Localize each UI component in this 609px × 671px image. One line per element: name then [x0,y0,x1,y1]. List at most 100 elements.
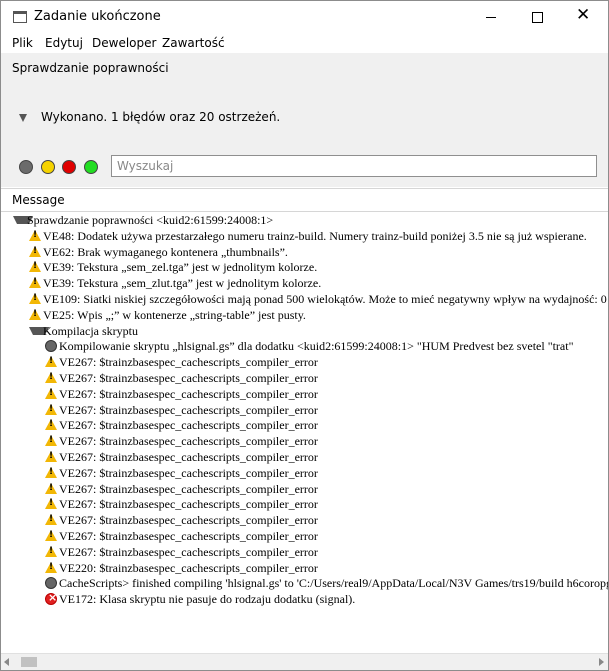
maximize-icon [532,12,543,23]
message-text: CacheScripts> finished compiling 'hlsign… [59,576,608,590]
message-row[interactable]: VE267: $trainzbasespec_cachescripts_comp… [1,370,608,386]
warning-icon [45,483,57,494]
warning-icon [45,562,57,573]
minimize-icon [486,17,496,18]
message-row[interactable]: VE267: $trainzbasespec_cachescripts_comp… [1,354,608,370]
message-text: VE39: Tekstura „sem_zel.tga” jest w jedn… [43,260,318,274]
minimize-button[interactable] [468,1,514,33]
warning-icon [45,498,57,509]
message-row[interactable]: VE220: $trainzbasespec_cachescripts_comp… [1,560,608,576]
message-row[interactable]: VE39: Tekstura „sem_zel.tga” jest w jedn… [1,259,608,275]
search-field[interactable] [111,155,597,177]
warning-icon [29,277,41,288]
info-icon [45,577,57,589]
filter-error-toggle[interactable] [62,160,76,174]
message-text: VE267: $trainzbasespec_cachescripts_comp… [59,466,318,480]
menu-edit[interactable]: Edytuj [45,36,83,50]
summary-expand-arrow-icon[interactable] [19,114,27,122]
menu-developer[interactable]: Deweloper [92,36,156,50]
message-row[interactable]: VE267: $trainzbasespec_cachescripts_comp… [1,449,608,465]
search-input[interactable] [112,156,592,176]
message-row[interactable]: Kompilowanie skryptu „hlsignal.gs” dla d… [1,338,608,354]
message-text: VE267: $trainzbasespec_cachescripts_comp… [59,482,318,496]
message-row[interactable]: VE267: $trainzbasespec_cachescripts_comp… [1,481,608,497]
scrollbar-thumb[interactable] [21,657,37,667]
warning-icon [45,435,57,446]
message-column-label: Message [12,193,65,207]
message-text: VE267: $trainzbasespec_cachescripts_comp… [59,497,318,511]
message-row[interactable]: VE267: $trainzbasespec_cachescripts_comp… [1,512,608,528]
warning-icon [45,530,57,541]
filter-success-toggle[interactable] [84,160,98,174]
message-row[interactable]: VE62: Brak wymaganego kontenera „thumbna… [1,244,608,260]
message-row[interactable]: Sprawdzanie poprawności <kuid2:61599:240… [1,212,608,228]
message-text: VE25: Wpis „;” w kontenerze „string-tabl… [43,308,306,322]
message-row[interactable]: Kompilacja skryptu [1,323,608,339]
message-row[interactable]: VE267: $trainzbasespec_cachescripts_comp… [1,544,608,560]
message-text: VE109: Siatki niskiej szczegółowości maj… [43,292,607,306]
scroll-left-icon[interactable] [4,658,9,666]
message-text: VE62: Brak wymaganego kontenera „thumbna… [43,245,288,259]
maximize-button[interactable] [514,1,560,33]
menu-bar: Plik Edytuj Deweloper Zawartość [1,33,608,53]
message-list[interactable]: Sprawdzanie poprawności <kuid2:61599:240… [1,212,608,652]
info-icon [45,340,57,352]
message-row[interactable]: VE267: $trainzbasespec_cachescripts_comp… [1,417,608,433]
horizontal-scrollbar[interactable] [1,653,608,670]
message-text: Kompilacja skryptu [43,324,138,338]
warning-icon [45,514,57,525]
warning-icon [29,293,41,304]
scroll-right-icon[interactable] [599,658,604,666]
message-text: VE267: $trainzbasespec_cachescripts_comp… [59,545,318,559]
warning-icon [45,467,57,478]
message-text: Sprawdzanie poprawności <kuid2:61599:240… [27,213,274,227]
filter-info-toggle[interactable] [19,160,33,174]
filter-warning-toggle[interactable] [41,160,55,174]
menu-content[interactable]: Zawartość [162,36,225,50]
title-bar[interactable]: Zadanie ukończone ✕ [1,1,608,33]
message-row[interactable]: VE172: Klasa skryptu nie pasuje do rodza… [1,591,608,607]
message-row[interactable]: VE267: $trainzbasespec_cachescripts_comp… [1,496,608,512]
window-title: Zadanie ukończone [34,9,161,24]
warning-icon [29,230,41,241]
message-row[interactable]: VE267: $trainzbasespec_cachescripts_comp… [1,465,608,481]
message-row[interactable]: VE267: $trainzbasespec_cachescripts_comp… [1,528,608,544]
task-complete-window: Zadanie ukończone ✕ Plik Edytuj Dewelope… [0,0,609,671]
message-row[interactable]: VE39: Tekstura „sem_zlut.tga” jest w jed… [1,275,608,291]
warning-icon [29,246,41,257]
section-label: Sprawdzanie poprawności [12,61,169,75]
message-row[interactable]: VE25: Wpis „;” w kontenerze „string-tabl… [1,307,608,323]
message-text: VE172: Klasa skryptu nie pasuje do rodza… [59,592,356,606]
message-text: VE267: $trainzbasespec_cachescripts_comp… [59,403,318,417]
close-icon: ✕ [576,5,591,25]
message-row[interactable]: VE48: Dodatek używa przestarzałego numer… [1,228,608,244]
menu-file[interactable]: Plik [12,36,33,50]
close-button[interactable]: ✕ [560,1,606,33]
message-text: VE267: $trainzbasespec_cachescripts_comp… [59,434,318,448]
message-text: VE267: $trainzbasespec_cachescripts_comp… [59,529,318,543]
message-row[interactable]: VE267: $trainzbasespec_cachescripts_comp… [1,402,608,418]
warning-icon [45,404,57,415]
message-text: VE267: $trainzbasespec_cachescripts_comp… [59,418,318,432]
warning-icon [45,546,57,557]
message-row[interactable]: VE109: Siatki niskiej szczegółowości maj… [1,291,608,307]
validation-panel: Sprawdzanie poprawności Wykonano. 1 błęd… [1,53,608,187]
message-column-header[interactable]: Message [1,188,608,212]
message-text: VE267: $trainzbasespec_cachescripts_comp… [59,355,318,369]
warning-icon [45,372,57,383]
warning-icon [29,261,41,272]
warning-icon [45,388,57,399]
message-text: VE39: Tekstura „sem_zlut.tga” jest w jed… [43,276,322,290]
warning-icon [45,356,57,367]
message-row[interactable]: CacheScripts> finished compiling 'hlsign… [1,575,608,591]
message-row[interactable]: VE267: $trainzbasespec_cachescripts_comp… [1,386,608,402]
message-text: VE220: $trainzbasespec_cachescripts_comp… [59,561,318,575]
summary-text: Wykonano. 1 błędów oraz 20 ostrzeżeń. [41,110,281,124]
message-text: VE48: Dodatek używa przestarzałego numer… [43,229,587,243]
window-app-icon [13,11,27,23]
warning-icon [45,451,57,462]
message-text: VE267: $trainzbasespec_cachescripts_comp… [59,387,318,401]
warning-icon [29,309,41,320]
message-row[interactable]: VE267: $trainzbasespec_cachescripts_comp… [1,433,608,449]
warning-icon [45,419,57,430]
